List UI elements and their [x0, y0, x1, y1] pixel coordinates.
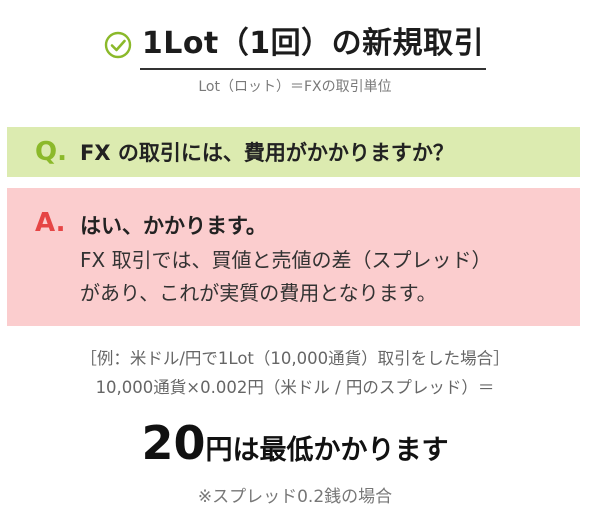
answer-box: A. はい、かかります。 FX 取引では、買値と売値の差（スプレッド） があり、… — [7, 188, 580, 326]
answer-line: FX 取引では、買値と売値の差（スプレッド） — [80, 248, 492, 272]
example-line: 10,000通貨×0.002円（米ドル / 円のスプレッド）＝ — [95, 378, 495, 397]
page-title: 1Lot（1回）の新規取引 — [139, 18, 487, 70]
example-block: ［例：米ドル/円で1Lot（10,000通貨）取引をした場合］ 10,000通貨… — [0, 344, 590, 402]
example-line: ［例：米ドル/円で1Lot（10,000通貨）取引をした場合］ — [80, 349, 510, 368]
result-text: 円は最低かかります — [205, 435, 449, 466]
check-circle-icon — [104, 31, 132, 59]
question-box: Q. FX の取引には、費用がかかりますか？ — [7, 127, 580, 177]
answer-mark-label: A. — [35, 208, 66, 238]
result-number: 20 — [141, 416, 206, 470]
result-line: 20円は最低かかります — [0, 416, 590, 470]
title-section: 1Lot（1回）の新規取引 — [0, 18, 590, 74]
question-text: FX の取引には、費用がかかりますか？ — [80, 141, 454, 165]
answer-lead: はい、かかります。 — [80, 214, 267, 238]
page-subtitle: Lot（ロット）＝FXの取引単位 — [198, 79, 392, 95]
title-row: 1Lot（1回）の新規取引 — [104, 18, 487, 70]
question-mark-label: Q. — [35, 137, 67, 167]
answer-body: FX 取引では、買値と売値の差（スプレッド） があり、これが実質の費用となります… — [80, 244, 492, 310]
answer-line: があり、これが実質の費用となります。 — [80, 281, 437, 305]
footnote: ※スプレッド0.2銭の場合 — [197, 487, 393, 507]
